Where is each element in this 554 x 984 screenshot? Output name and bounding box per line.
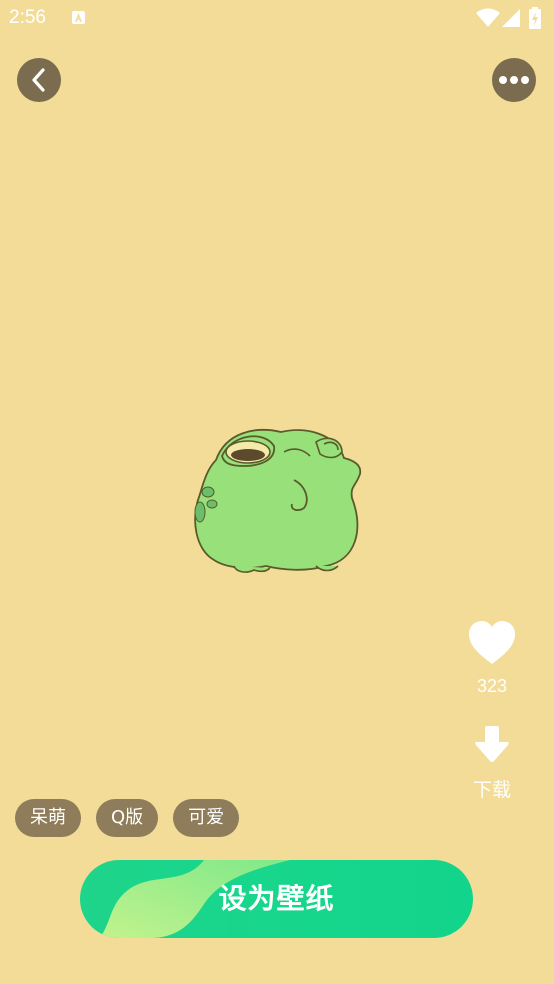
tag-chip[interactable]: 呆萌 [15, 799, 81, 837]
set-wallpaper-button[interactable]: 设为壁纸 [80, 860, 473, 938]
tag-list: 呆萌 Q版 可爱 [15, 799, 240, 837]
battery-charging-icon [529, 7, 541, 29]
more-button[interactable] [492, 58, 536, 102]
more-horizontal-icon [499, 76, 529, 84]
download-arrow-icon[interactable] [474, 726, 510, 764]
a-icon [72, 11, 85, 24]
wifi-icon [476, 8, 500, 27]
status-time: 2:56 [9, 7, 46, 28]
status-bar: 2:56 [0, 0, 554, 36]
like-count: 323 [476, 676, 508, 696]
back-button[interactable] [17, 58, 61, 102]
set-wallpaper-label: 设为壁纸 [218, 882, 335, 915]
cell-signal-icon [502, 9, 520, 27]
tag-chip[interactable]: 可爱 [173, 799, 240, 837]
heart-icon[interactable] [467, 620, 517, 666]
chevron-left-icon [32, 68, 45, 92]
download-label[interactable]: 下载 [452, 775, 532, 802]
tag-chip[interactable]: Q版 [96, 799, 159, 837]
status-icons [476, 7, 546, 29]
frog-icon [194, 429, 362, 573]
